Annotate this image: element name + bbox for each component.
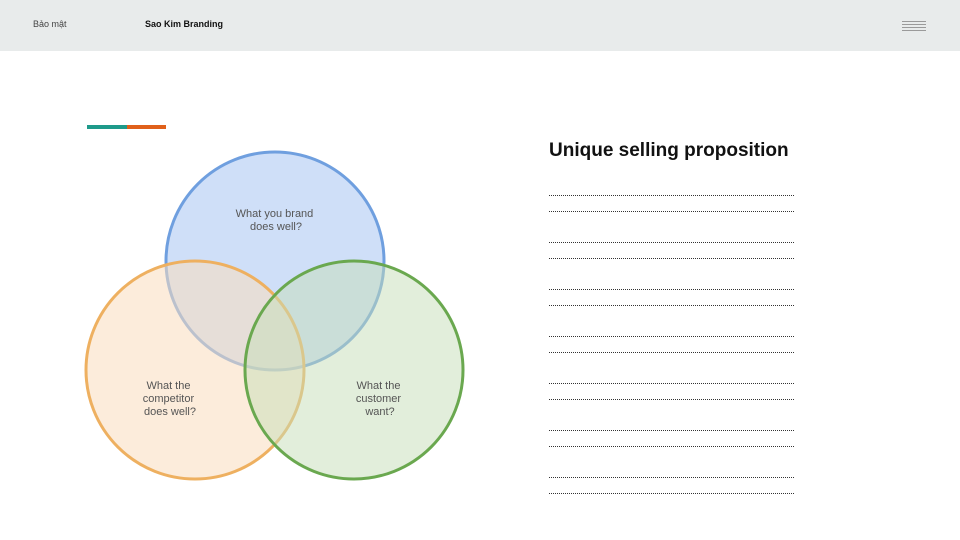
writing-line [549,446,794,447]
writing-line [549,352,794,353]
venn-diagram: What you brand does well? What the compe… [84,150,465,481]
circle-customer [243,259,465,481]
writing-line [549,493,794,494]
writing-line [549,242,794,243]
writing-line [549,383,794,384]
writing-line [549,258,794,259]
writing-line [549,195,794,196]
writing-line [549,399,794,400]
writing-line [549,305,794,306]
usp-title: Unique selling proposition [549,140,789,161]
writing-line [549,289,794,290]
label-competitor: What the competitor does well? [143,380,197,418]
writing-line [549,477,794,478]
usp-writing-lines [549,190,794,494]
writing-line [549,336,794,337]
writing-line [549,430,794,431]
writing-line [549,211,794,212]
